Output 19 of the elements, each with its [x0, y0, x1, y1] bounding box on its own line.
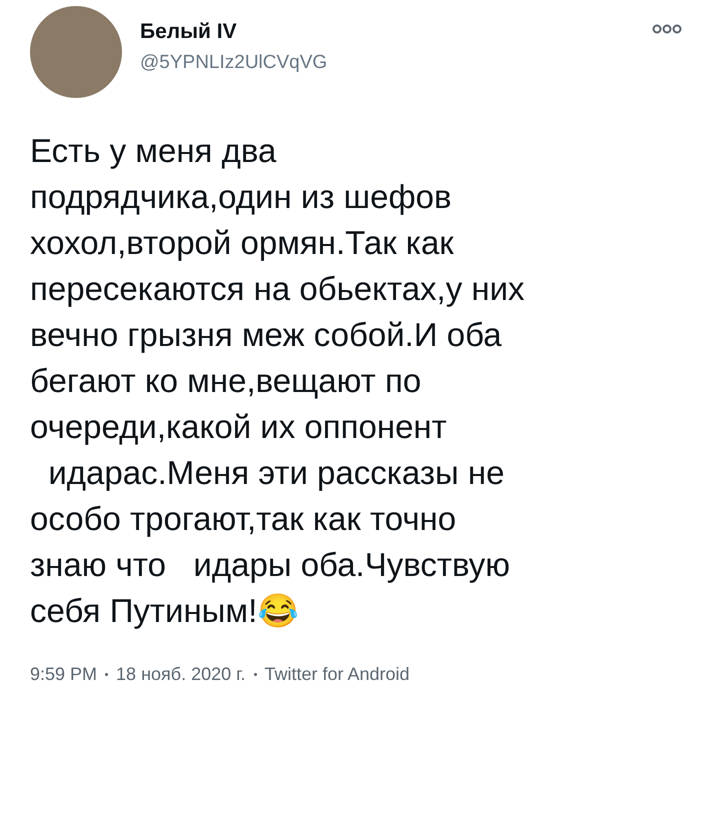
tweet-source: Twitter for Android — [264, 664, 410, 685]
separator-dot-icon — [254, 673, 256, 676]
tweet-text-line: идарас.Меня эти рассказы не — [47, 453, 506, 493]
tweet-date: 18 нояб. 2020 г. — [116, 664, 246, 685]
user-handle: @5YPNLIz2UlCVqVG — [140, 52, 328, 74]
tweet-text-line: Есть у меня два — [30, 131, 278, 171]
tweet-text-line: бегают ко мне,вещают по — [30, 361, 422, 401]
tweet-text-line: себя Путиным!😂 — [30, 591, 300, 631]
tweet-text-line: подрядчика,один из шефов — [30, 177, 452, 217]
separator-dot-icon — [105, 673, 108, 676]
tweet-text-line: вечно грызня меж собой.И оба — [30, 315, 503, 355]
tweet-text-line: знаю что идары оба.Чувствую — [30, 545, 512, 585]
tweet-text-line: очереди,какой их оппонент — [30, 407, 448, 447]
more-options-icon[interactable] — [652, 24, 682, 34]
display-name: Белый IV — [140, 20, 238, 44]
tweet-text-line: хохол,второй ормян.Так как — [30, 223, 455, 263]
tweet-time: 9:59 PM — [30, 664, 98, 685]
tweet-text-line: пересекаются на обьектах,у них — [30, 269, 526, 309]
tweet-text-line: особо трогают,так как точно — [30, 499, 458, 539]
